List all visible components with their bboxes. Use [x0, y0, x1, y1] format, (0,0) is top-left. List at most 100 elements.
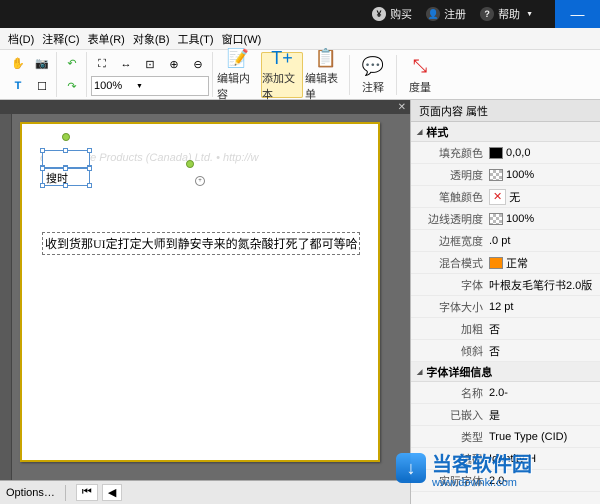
measure-button[interactable]: ⤡ 度量 [399, 52, 441, 98]
rotate-handle-2[interactable] [186, 160, 194, 168]
zoom-combo[interactable]: ▼ [91, 76, 209, 96]
italic-value[interactable]: 否 [489, 343, 500, 359]
edit-form-label: 编辑表单 [305, 70, 347, 102]
prev-page-button[interactable]: ◀ [102, 484, 122, 501]
zoom-in-button[interactable]: ⊕ [163, 53, 185, 75]
fit-page-button[interactable]: ⛶ [91, 53, 113, 75]
properties-panel: 页面内容 属性 样式 填充颜色 0,0,0 透明度 100% 笔触颜色 ✕无 边… [410, 100, 600, 504]
bold-value[interactable]: 否 [489, 321, 500, 337]
zoom-input[interactable] [94, 80, 136, 92]
redo-button[interactable]: ↷ [61, 75, 83, 97]
encode-value: Identity-H [489, 453, 536, 465]
help-link[interactable]: ? 帮助 ▼ [480, 6, 533, 22]
encode-label: 编码 [411, 451, 489, 467]
menu-comment[interactable]: 注释(C) [38, 29, 83, 49]
blend-mode-label: 混合模式 [411, 255, 489, 271]
first-page-button[interactable]: ⏮ [76, 484, 98, 501]
border-width-label: 边框宽度 [411, 233, 489, 249]
help-label: 帮助 [498, 6, 520, 22]
name-value: 2.0- [489, 387, 508, 399]
fill-color-label: 填充颜色 [411, 145, 489, 161]
stroke-color-label: 笔触颜色 [411, 189, 489, 205]
comment-button[interactable]: 💬 注释 [352, 52, 394, 98]
opacity-swatch[interactable] [489, 169, 503, 181]
name-label: 名称 [411, 385, 489, 401]
undo-button[interactable]: ↶ [61, 52, 83, 74]
stroke-opacity-value: 100% [506, 213, 534, 225]
close-icon[interactable]: ✕ [398, 102, 406, 113]
stroke-opacity-label: 边线透明度 [411, 211, 489, 227]
fit-width-button[interactable]: ↔ [115, 53, 137, 75]
properties-title: 页面内容 属性 [411, 100, 600, 122]
page-viewport[interactable]: er Software Products (Canada) Ltd. • htt… [12, 114, 410, 480]
canvas-status-bar: Options… ⏮ ◀ [0, 480, 410, 504]
blend-swatch[interactable] [489, 257, 503, 269]
actual-font-label: 实际字体 [411, 473, 489, 489]
hand-tool-button[interactable]: ✋ [7, 52, 29, 74]
pdf-page[interactable]: er Software Products (Canada) Ltd. • htt… [20, 122, 380, 462]
left-sidebar[interactable] [0, 114, 12, 480]
opacity-label: 透明度 [411, 167, 489, 183]
title-bar: ¥ 购买 👤 注册 ? 帮助 ▼ — [0, 0, 600, 28]
yen-icon: ¥ [372, 7, 386, 21]
fill-swatch[interactable] [489, 147, 503, 159]
menu-object[interactable]: 对象(B) [129, 29, 174, 49]
canvas-tab-bar: ✕ [0, 100, 410, 114]
actual-size-button[interactable]: ⊡ [139, 53, 161, 75]
canvas-panel: ✕ er Software Products (Canada) Ltd. • h… [0, 100, 410, 504]
add-text-button[interactable]: T+ 添加文本 [261, 52, 303, 98]
stroke-opacity-swatch[interactable] [489, 213, 503, 225]
font-size-label: 字体大小 [411, 299, 489, 315]
edit-form-icon: 📋 [314, 48, 338, 69]
edit-content-label: 编辑内容 [217, 70, 259, 102]
menu-file[interactable]: 档(D) [4, 29, 38, 49]
font-value[interactable]: 叶根友毛笔行书2.0版 [489, 277, 592, 293]
minimize-button[interactable]: — [555, 0, 600, 28]
font-label: 字体 [411, 277, 489, 293]
chevron-down-icon: ▼ [136, 83, 143, 90]
edit-content-button[interactable]: 📝 编辑内容 [217, 52, 259, 98]
opacity-value: 100% [506, 169, 534, 181]
bold-label: 加粗 [411, 321, 489, 337]
add-text-label: 添加文本 [262, 70, 302, 102]
menu-form[interactable]: 表单(R) [84, 29, 129, 49]
actual-font-value: 2.0- [489, 475, 508, 487]
menu-bar: 档(D) 注释(C) 表单(R) 对象(B) 工具(T) 窗口(W) [0, 28, 600, 50]
embed-label: 已嵌入 [411, 407, 489, 423]
comment-icon: 💬 [361, 54, 385, 78]
stroke-color-input[interactable]: ✕ [489, 189, 506, 205]
type-value: True Type (CID) [489, 431, 567, 443]
comment-label: 注释 [362, 79, 384, 95]
center-handle[interactable]: + [195, 176, 205, 186]
options-button[interactable]: Options… [6, 487, 55, 499]
type-label: 类型 [411, 429, 489, 445]
menu-tools[interactable]: 工具(T) [174, 29, 218, 49]
buy-label: 购买 [390, 6, 412, 22]
font-size-value[interactable]: 12 pt [489, 301, 513, 313]
calligraphy-text[interactable]: 收到货那UI定打定大师到静安寺来的氮杂酸打死了都可等哈 [42, 232, 360, 255]
fill-color-value: 0,0,0 [506, 147, 530, 159]
text-box-2[interactable]: 搜时 [42, 168, 90, 186]
rotate-handle[interactable] [62, 133, 70, 141]
edit-form-button[interactable]: 📋 编辑表单 [305, 52, 347, 98]
buy-link[interactable]: ¥ 购买 [372, 6, 412, 22]
register-link[interactable]: 👤 注册 [426, 6, 466, 22]
page-nav: ⏮ ◀ [76, 484, 122, 501]
blend-mode-value: 正常 [506, 255, 528, 271]
user-icon: 👤 [426, 7, 440, 21]
main-toolbar: ✋ T 📷 ☐ ↶ ↷ ⛶ ↔ ⊡ ⊕ ⊖ ▼ [0, 50, 600, 100]
select-tool-button[interactable]: ☐ [31, 75, 53, 97]
register-label: 注册 [444, 6, 466, 22]
text-tool-button[interactable]: T [7, 75, 29, 97]
measure-label: 度量 [409, 79, 431, 95]
snapshot-button[interactable]: 📷 [31, 52, 53, 74]
zoom-out-button[interactable]: ⊖ [187, 53, 209, 75]
help-icon: ? [480, 7, 494, 21]
edit-content-icon: 📝 [226, 48, 250, 69]
style-section-header[interactable]: 样式 [411, 122, 600, 142]
measure-icon: ⤡ [408, 54, 432, 78]
menu-window[interactable]: 窗口(W) [218, 29, 266, 49]
border-width-value[interactable]: .0 pt [489, 235, 510, 247]
italic-label: 倾斜 [411, 343, 489, 359]
font-detail-section-header[interactable]: 字体详细信息 [411, 362, 600, 382]
